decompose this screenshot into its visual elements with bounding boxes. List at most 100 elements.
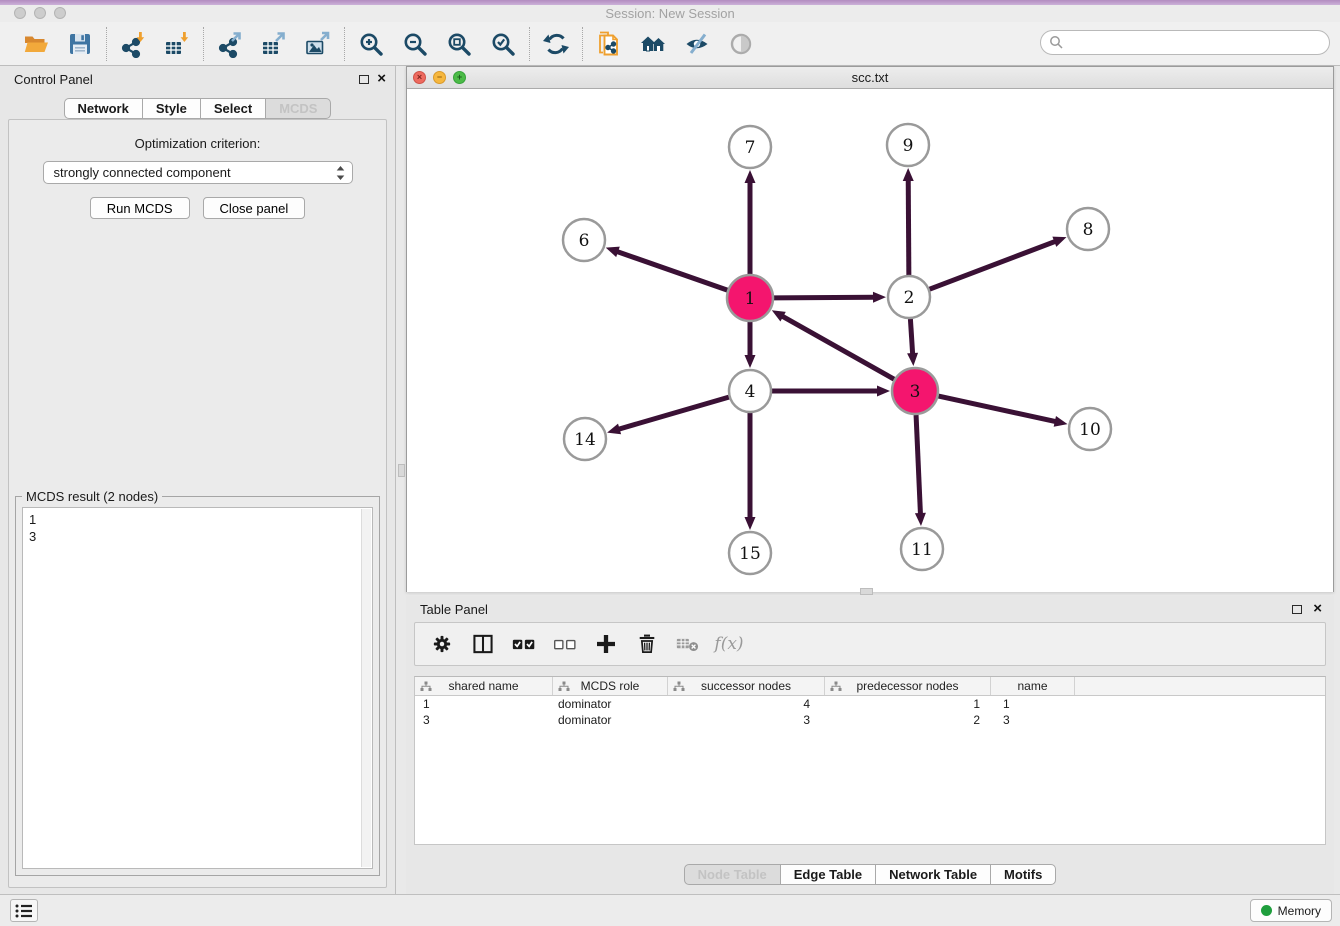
- select-all-columns-icon[interactable]: [511, 631, 537, 657]
- close-panel-icon[interactable]: ×: [377, 70, 386, 88]
- new-network-file-icon[interactable]: [593, 28, 625, 60]
- graph-edge-1-6[interactable]: [616, 251, 727, 290]
- tab-motifs[interactable]: Motifs: [990, 864, 1056, 885]
- import-table-icon[interactable]: [161, 28, 193, 60]
- graph-edge-3-1[interactable]: [781, 316, 894, 380]
- function-builder-icon[interactable]: f(x): [716, 631, 742, 657]
- split-panel-icon[interactable]: [470, 631, 496, 657]
- delete-column-icon[interactable]: [634, 631, 660, 657]
- table-row[interactable]: 1 dominator 4 1 1: [415, 696, 1325, 712]
- graph-edge-arrow-4-14: [607, 424, 621, 435]
- window-titlebar: Session: New Session: [0, 5, 1340, 22]
- network-canvas[interactable]: 7968124314101511: [407, 89, 1333, 592]
- delete-table-icon[interactable]: [675, 631, 701, 657]
- cell-mcds-role: dominator: [553, 712, 668, 728]
- close-table-panel-icon[interactable]: ×: [1313, 600, 1322, 618]
- cell-predecessor-nodes: 2: [825, 712, 991, 728]
- graph-edge-arrow-3-10: [1054, 416, 1068, 427]
- add-column-icon[interactable]: [593, 631, 619, 657]
- mcds-tab-content: Optimization criterion: strongly connect…: [8, 119, 387, 888]
- open-session-icon[interactable]: [20, 28, 52, 60]
- vertical-splitter-handle[interactable]: [398, 464, 405, 477]
- node-table: shared name MCDS role successor nodes pr…: [414, 676, 1326, 845]
- graph-edge-3-10[interactable]: [938, 396, 1056, 422]
- zoom-selected-icon[interactable]: [487, 28, 519, 60]
- column-header-predecessor-nodes[interactable]: predecessor nodes: [825, 677, 991, 695]
- graph-node-label-11: 11: [911, 540, 933, 560]
- graph-node-label-10: 10: [1079, 420, 1101, 440]
- import-network-icon[interactable]: [117, 28, 149, 60]
- apply-layout-icon[interactable]: [540, 28, 572, 60]
- save-session-icon[interactable]: [64, 28, 96, 60]
- tab-mcds[interactable]: MCDS: [265, 98, 331, 119]
- graph-node-label-1: 1: [745, 289, 756, 309]
- memory-status-dot: [1261, 905, 1272, 916]
- result-scrollbar[interactable]: [361, 509, 371, 867]
- show-hide-details-icon[interactable]: [681, 28, 713, 60]
- optimization-criterion-select[interactable]: strongly connected component: [43, 161, 353, 184]
- mcds-result-textarea[interactable]: 1 3: [22, 507, 373, 869]
- memory-button[interactable]: Memory: [1250, 899, 1332, 922]
- cell-successor-nodes: 3: [668, 712, 825, 728]
- column-header-name[interactable]: name: [991, 677, 1075, 695]
- table-settings-icon[interactable]: [429, 631, 455, 657]
- export-table-icon[interactable]: [258, 28, 290, 60]
- column-header-mcds-role[interactable]: MCDS role: [553, 677, 668, 695]
- graph-edge-2-9[interactable]: [908, 179, 909, 275]
- network-maximize-button[interactable]: +: [453, 71, 466, 84]
- graph-edge-2-3[interactable]: [910, 319, 912, 355]
- float-panel-icon[interactable]: [359, 75, 369, 84]
- cell-name: 1: [991, 696, 1075, 712]
- export-image-icon[interactable]: [302, 28, 334, 60]
- search-input[interactable]: [1040, 30, 1330, 55]
- graph-edge-arrow-3-11: [915, 513, 926, 526]
- column-header-successor-nodes[interactable]: successor nodes: [668, 677, 825, 695]
- node-table-header: shared name MCDS role successor nodes pr…: [415, 677, 1325, 696]
- mcds-result-title: MCDS result (2 nodes): [22, 489, 162, 504]
- network-close-button[interactable]: ×: [413, 71, 426, 84]
- graph-edge-arrow-2-9: [903, 168, 914, 181]
- tab-network[interactable]: Network: [64, 98, 143, 119]
- zoom-fit-icon[interactable]: [443, 28, 475, 60]
- search-box: [1040, 30, 1330, 55]
- graph-edge-arrow-4-15: [745, 517, 756, 530]
- graph-edge-3-11[interactable]: [916, 415, 920, 515]
- run-mcds-button[interactable]: Run MCDS: [90, 197, 190, 219]
- network-window-titlebar[interactable]: × − + scc.txt: [407, 67, 1333, 89]
- home-icon[interactable]: [637, 28, 669, 60]
- control-panel: Control Panel × Network Style Select MCD…: [0, 66, 396, 894]
- tab-style[interactable]: Style: [142, 98, 201, 119]
- network-window-title: scc.txt: [407, 67, 1333, 88]
- graph-edge-2-8[interactable]: [930, 241, 1057, 289]
- export-network-icon[interactable]: [214, 28, 246, 60]
- horizontal-splitter-handle[interactable]: [860, 588, 873, 595]
- tab-select[interactable]: Select: [200, 98, 266, 119]
- float-table-panel-icon[interactable]: [1292, 605, 1302, 614]
- dropdown-stepper-icon: [336, 165, 345, 181]
- deselect-all-columns-icon[interactable]: [552, 631, 578, 657]
- task-history-button[interactable]: [10, 899, 38, 922]
- attribute-tree-icon: [420, 681, 432, 692]
- cell-shared-name: 1: [415, 696, 553, 712]
- memory-label: Memory: [1278, 904, 1321, 918]
- session-title: Session: New Session: [0, 6, 1340, 21]
- graph-edge-1-2[interactable]: [774, 297, 875, 298]
- tab-edge-table[interactable]: Edge Table: [780, 864, 876, 885]
- network-minimize-button[interactable]: −: [433, 71, 446, 84]
- zoom-in-icon[interactable]: [355, 28, 387, 60]
- graph-edge-arrow-1-6: [606, 247, 620, 257]
- zoom-out-icon[interactable]: [399, 28, 431, 60]
- control-panel-tabs: Network Style Select MCDS: [0, 98, 395, 119]
- graph-edge-4-14[interactable]: [618, 397, 729, 429]
- graph-node-label-9: 9: [903, 136, 914, 156]
- tab-node-table[interactable]: Node Table: [684, 864, 781, 885]
- graph-edge-arrow-1-7: [745, 170, 756, 183]
- search-icon: [1049, 35, 1064, 50]
- column-header-shared-name[interactable]: shared name: [415, 677, 553, 695]
- close-panel-button[interactable]: Close panel: [203, 197, 306, 219]
- tab-network-table[interactable]: Network Table: [875, 864, 991, 885]
- mcds-result-line: 3: [29, 528, 366, 545]
- bird-view-icon[interactable]: [725, 28, 757, 60]
- table-row[interactable]: 3 dominator 3 2 3: [415, 712, 1325, 728]
- graph-edge-arrow-4-3: [877, 386, 890, 397]
